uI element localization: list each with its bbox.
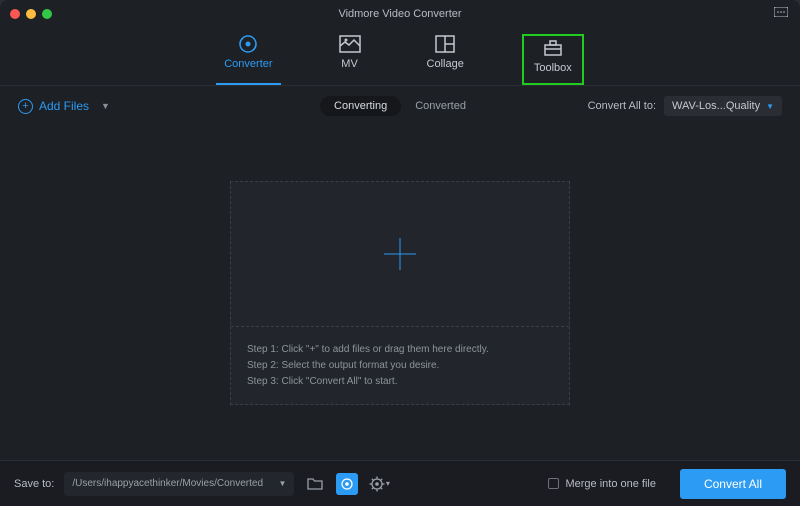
dropzone-add[interactable] — [231, 182, 569, 327]
tab-label: Collage — [427, 58, 464, 70]
converter-icon — [237, 34, 259, 54]
window-title: Vidmore Video Converter — [0, 8, 800, 20]
step-3: Step 3: Click "Convert All" to start. — [247, 376, 553, 387]
settings-button[interactable]: ▾ — [368, 473, 390, 495]
save-to-value: /Users/ihappyacethinker/Movies/Converted — [72, 478, 263, 489]
bottombar: Save to: /Users/ihappyacethinker/Movies/… — [0, 460, 800, 506]
menu-icon[interactable] — [774, 7, 788, 17]
step-1: Step 1: Click "+" to add files or drag t… — [247, 344, 553, 355]
top-nav: Converter MV Collage Toolbox — [0, 28, 800, 86]
dropzone-steps: Step 1: Click "+" to add files or drag t… — [231, 327, 569, 404]
merge-label: Merge into one file — [565, 478, 656, 490]
toolbox-icon — [542, 38, 564, 58]
subbar: + Add Files ▼ Converting Converted Conve… — [0, 86, 800, 126]
subtab-converted[interactable]: Converted — [401, 96, 480, 116]
chevron-down-icon: ▾ — [386, 479, 390, 488]
mv-icon — [339, 34, 361, 54]
save-to-path[interactable]: /Users/ihappyacethinker/Movies/Converted… — [64, 472, 294, 496]
main-area: Step 1: Click "+" to add files or drag t… — [0, 126, 800, 460]
convert-all-to-label: Convert All to: — [588, 100, 656, 112]
convert-all-to: Convert All to: WAV-Los...Quality ▼ — [588, 96, 782, 116]
subtabs: Converting Converted — [320, 96, 480, 116]
subtab-converting[interactable]: Converting — [320, 96, 401, 116]
app-window: Vidmore Video Converter Converter MV Col… — [0, 0, 800, 506]
tab-mv[interactable]: MV — [331, 34, 369, 85]
plus-icon — [376, 230, 424, 278]
titlebar: Vidmore Video Converter — [0, 0, 800, 28]
step-2: Step 2: Select the output format you des… — [247, 360, 553, 371]
dropzone: Step 1: Click "+" to add files or drag t… — [230, 181, 570, 405]
tab-collage[interactable]: Collage — [419, 34, 472, 85]
add-files-button[interactable]: + Add Files ▼ — [18, 99, 110, 114]
open-folder-button[interactable] — [304, 473, 326, 495]
add-files-label: Add Files — [39, 99, 89, 113]
tab-label: MV — [341, 58, 358, 70]
format-select[interactable]: WAV-Los...Quality ▼ — [664, 96, 782, 116]
gpu-accel-button[interactable] — [336, 473, 358, 495]
checkbox-icon — [548, 478, 559, 489]
tab-converter[interactable]: Converter — [216, 34, 280, 85]
chevron-down-icon: ▼ — [278, 479, 286, 488]
chevron-down-icon: ▼ — [766, 102, 774, 111]
format-value: WAV-Los...Quality — [672, 100, 760, 112]
collage-icon — [434, 34, 456, 54]
chevron-down-icon[interactable]: ▼ — [101, 101, 110, 111]
convert-all-button[interactable]: Convert All — [680, 469, 786, 499]
save-to-label: Save to: — [14, 478, 54, 490]
tab-toolbox[interactable]: Toolbox — [522, 34, 584, 85]
merge-checkbox[interactable]: Merge into one file — [548, 478, 656, 490]
plus-circle-icon: + — [18, 99, 33, 114]
tab-label: Converter — [224, 58, 272, 70]
tab-label: Toolbox — [534, 62, 572, 74]
